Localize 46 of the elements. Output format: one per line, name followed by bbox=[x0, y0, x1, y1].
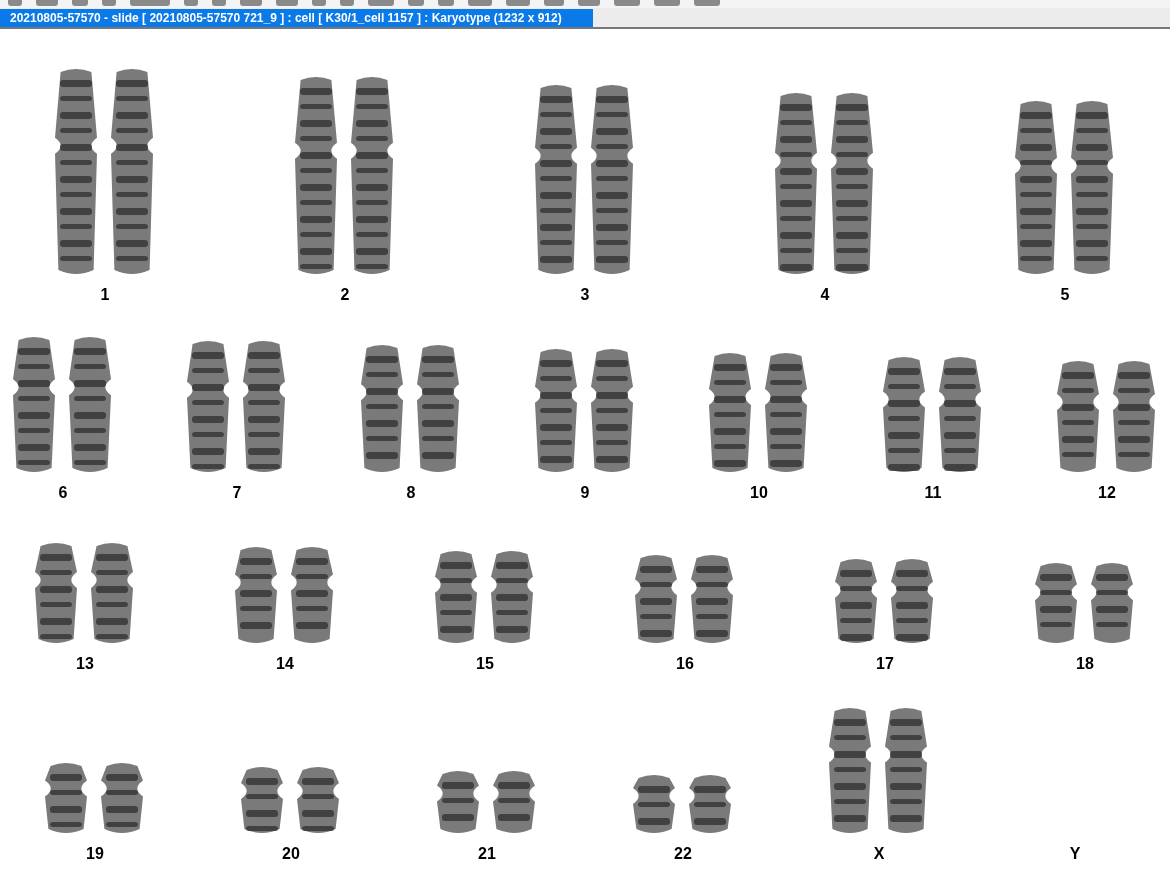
toolbar-icon[interactable] bbox=[694, 0, 720, 6]
chromosome-label: 11 bbox=[924, 484, 942, 502]
toolbar-icon[interactable] bbox=[654, 0, 680, 6]
chromosome-label: 22 bbox=[674, 845, 692, 863]
toolbar-icon[interactable] bbox=[184, 0, 198, 6]
toolbar-icon[interactable] bbox=[130, 0, 170, 6]
chromosome-label: 3 bbox=[580, 286, 590, 304]
chromosome-label: 5 bbox=[1060, 286, 1070, 304]
toolbar-icon[interactable] bbox=[276, 0, 298, 6]
chromosome-label: 2 bbox=[340, 286, 350, 304]
chromosome-label: 17 bbox=[876, 655, 894, 673]
toolbar-icon[interactable] bbox=[212, 0, 226, 6]
toolbar-icon[interactable] bbox=[72, 0, 88, 6]
toolbar-icon[interactable] bbox=[102, 0, 116, 6]
toolbar-icon[interactable] bbox=[468, 0, 492, 6]
toolbar-icon[interactable] bbox=[408, 0, 424, 6]
chromosome-label: 20 bbox=[282, 845, 300, 863]
toolbar-icon[interactable] bbox=[578, 0, 600, 6]
toolbar-icon[interactable] bbox=[8, 0, 22, 6]
toolbar-icon[interactable] bbox=[240, 0, 262, 6]
chromosome-label: 7 bbox=[232, 484, 242, 502]
toolbar-icon[interactable] bbox=[438, 0, 454, 6]
chromosome-label: 19 bbox=[86, 845, 104, 863]
chromosome-label: 13 bbox=[76, 655, 94, 673]
toolbar-icon[interactable] bbox=[614, 0, 640, 6]
chromosome-label: Y bbox=[1069, 845, 1081, 863]
chromosome-label: 18 bbox=[1076, 655, 1094, 673]
toolbar-icon[interactable] bbox=[312, 0, 326, 6]
chromosome-label: 6 bbox=[58, 484, 68, 502]
chromosome-label: 10 bbox=[750, 484, 768, 502]
chromosome-label: 9 bbox=[580, 484, 590, 502]
toolbar-icon[interactable] bbox=[368, 0, 394, 6]
chromosome-label: 14 bbox=[276, 655, 294, 673]
chromosome-label: 1 bbox=[100, 286, 110, 304]
document-tab[interactable]: 20210805-57570 - slide [ 20210805-57570 721_9 ] : cell [ K30/1_cell 1157 ] : Karyotype (1232 x 912) bbox=[0, 9, 593, 27]
chromosome-label: 16 bbox=[676, 655, 694, 673]
chromosome-label: X bbox=[873, 845, 885, 863]
chromosome-label: 8 bbox=[406, 484, 416, 502]
chromosome-label: 12 bbox=[1098, 484, 1116, 502]
chromosome-label: 15 bbox=[476, 655, 494, 673]
toolbar-icon[interactable] bbox=[36, 0, 58, 6]
toolbar-icon[interactable] bbox=[506, 0, 530, 6]
chromosome-label: 21 bbox=[478, 845, 496, 863]
toolbar-icon[interactable] bbox=[340, 0, 354, 6]
chromosome-label: 4 bbox=[820, 286, 830, 304]
toolbar-icon[interactable] bbox=[544, 0, 564, 6]
